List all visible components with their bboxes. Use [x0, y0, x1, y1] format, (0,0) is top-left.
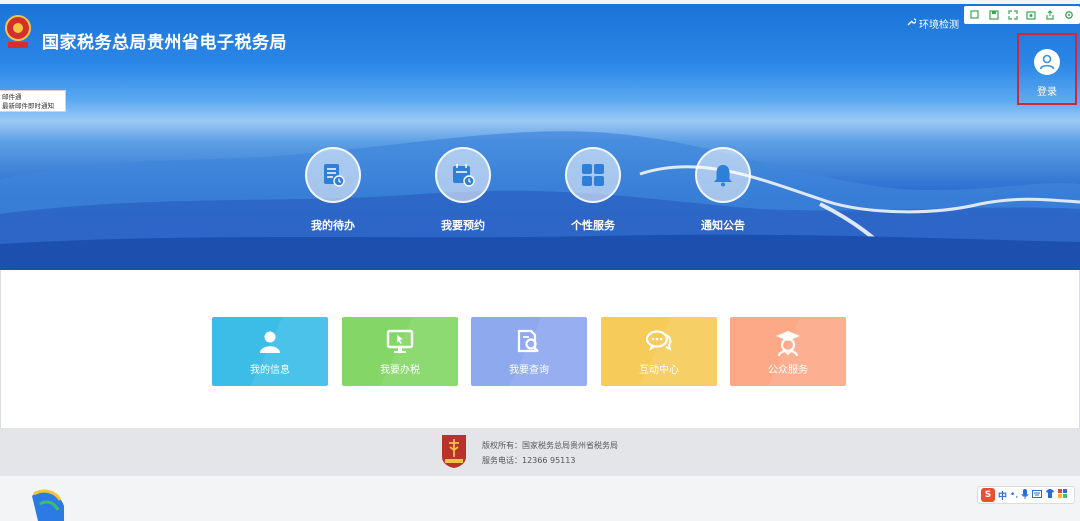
header-banner: 国家税务总局贵州省电子税务局 环境检测 登录 我的待办 我要预约 个性服务 通知… — [0, 4, 1080, 270]
feature-label: 通知公告 — [701, 219, 745, 232]
footer-hotline: 服务电话：12366 95113 — [482, 456, 576, 465]
login-button[interactable]: 登录 — [1017, 33, 1077, 105]
tile-label: 互动中心 — [639, 365, 679, 376]
user-icon — [212, 329, 328, 355]
fullscreen-icon[interactable] — [1007, 9, 1019, 21]
ime-toolbar[interactable]: S 中 •, — [977, 486, 1075, 504]
search-document-icon — [471, 329, 587, 355]
punctuation-icon[interactable]: •, — [1010, 490, 1018, 500]
footer-copyright: 版权所有：国家税务总局贵州省税务局 — [482, 441, 618, 450]
tax-badge-icon — [440, 433, 468, 469]
tile-interaction-center[interactable]: 互动中心 — [601, 317, 717, 386]
tile-my-info[interactable]: 我的信息 — [212, 317, 328, 386]
tile-handle-tax[interactable]: 我要办税 — [342, 317, 458, 386]
share-icon[interactable] — [1044, 9, 1056, 21]
page-bottom — [0, 476, 1080, 521]
tax-emblem-logo — [2, 14, 34, 50]
wrench-icon — [906, 17, 917, 30]
mail-popup-subtitle: 最新邮件即时通知 — [2, 102, 54, 110]
feature-my-todo[interactable]: 我的待办 — [302, 147, 364, 233]
graduate-icon — [730, 329, 846, 357]
ime-language[interactable]: 中 — [998, 489, 1007, 502]
document-clock-icon — [305, 147, 361, 203]
mail-notification-popup[interactable]: 邮件通 最新邮件即时通知 — [0, 90, 66, 112]
capture-icon[interactable] — [1025, 9, 1037, 21]
copy-icon[interactable] — [969, 9, 981, 21]
chat-icon — [601, 329, 717, 355]
user-avatar-icon — [1034, 49, 1060, 75]
feature-appointment[interactable]: 我要预约 — [432, 147, 494, 233]
feature-notice[interactable]: 通知公告 — [692, 147, 754, 233]
browser-toolbar — [964, 6, 1080, 24]
tile-query[interactable]: 我要查询 — [471, 317, 587, 386]
main-section: 我的信息 我要办税 我要查询 互动中心 公众服务 — [0, 270, 1080, 428]
tile-label: 我的信息 — [250, 365, 290, 376]
save-icon[interactable] — [988, 9, 1000, 21]
feature-personal-service[interactable]: 个性服务 — [562, 147, 624, 233]
tile-label: 我要查询 — [509, 365, 549, 376]
tile-label: 公众服务 — [768, 365, 808, 376]
tile-public-service[interactable]: 公众服务 — [730, 317, 846, 386]
monitor-icon — [342, 329, 458, 355]
settings-icon[interactable] — [1063, 9, 1075, 21]
env-check-label: 环境检测 — [919, 20, 959, 31]
sogou-logo-icon: S — [981, 488, 995, 502]
footer: 版权所有：国家税务总局贵州省税务局 服务电话：12366 95113 — [0, 428, 1080, 476]
login-label: 登录 — [1037, 87, 1057, 98]
microphone-icon[interactable] — [1021, 488, 1029, 502]
grid-icon — [565, 147, 621, 203]
toolbox-icon[interactable] — [1058, 489, 1068, 501]
feature-label: 个性服务 — [571, 219, 615, 232]
env-check-link[interactable]: 环境检测 — [906, 16, 959, 31]
feature-label: 我的待办 — [311, 219, 355, 232]
keyboard-icon[interactable] — [1032, 489, 1043, 501]
site-title: 国家税务总局贵州省电子税务局 — [42, 33, 287, 53]
mascot-icon — [32, 489, 64, 521]
skin-icon[interactable] — [1045, 489, 1055, 501]
bell-icon — [695, 147, 751, 203]
feature-label: 我要预约 — [441, 219, 485, 232]
tile-label: 我要办税 — [380, 365, 420, 376]
calendar-clock-icon — [435, 147, 491, 203]
mail-popup-title: 邮件通 — [2, 93, 22, 101]
